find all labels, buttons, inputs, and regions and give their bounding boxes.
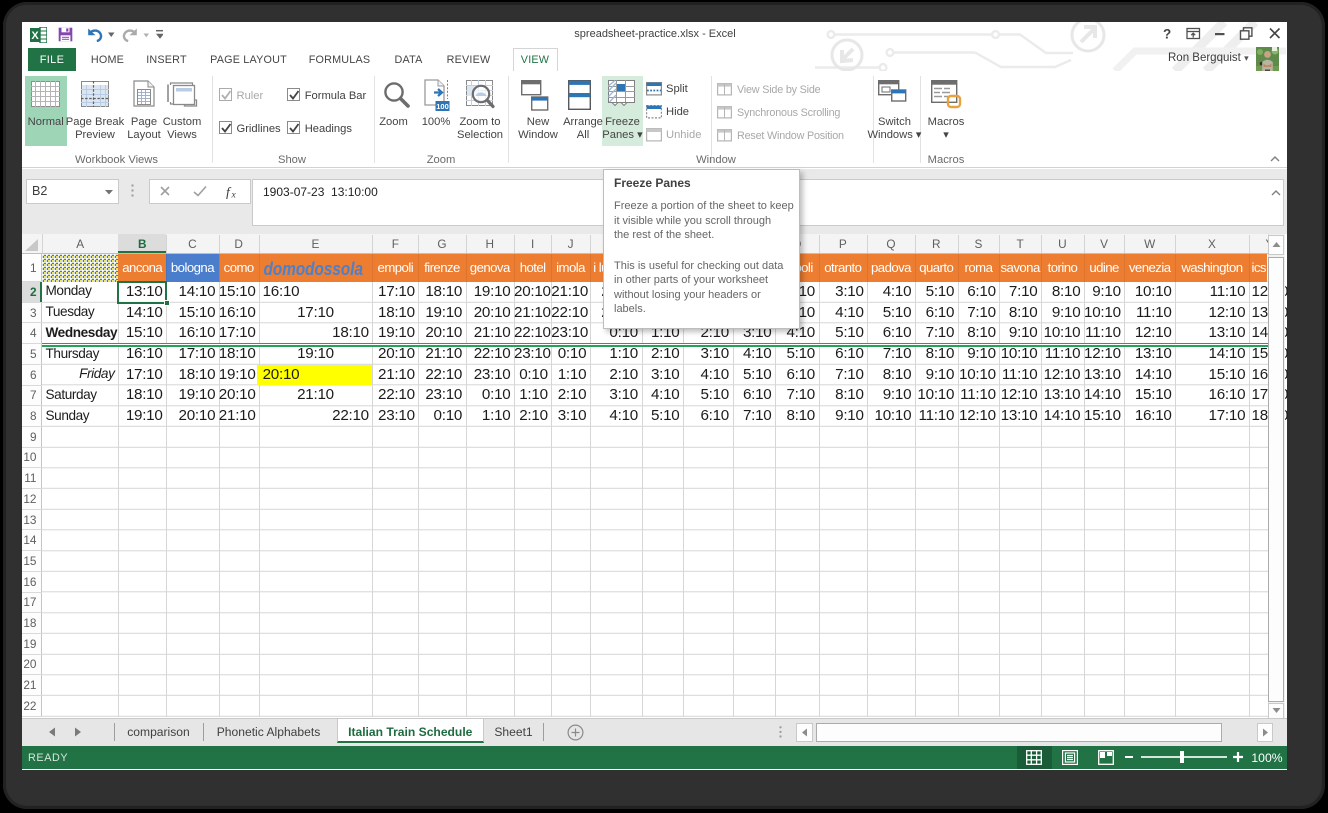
svg-text:?: ? <box>1163 27 1171 42</box>
svg-text:x: x <box>231 191 237 200</box>
svg-text:100: 100 <box>436 102 449 111</box>
svg-text:X: X <box>31 30 39 42</box>
